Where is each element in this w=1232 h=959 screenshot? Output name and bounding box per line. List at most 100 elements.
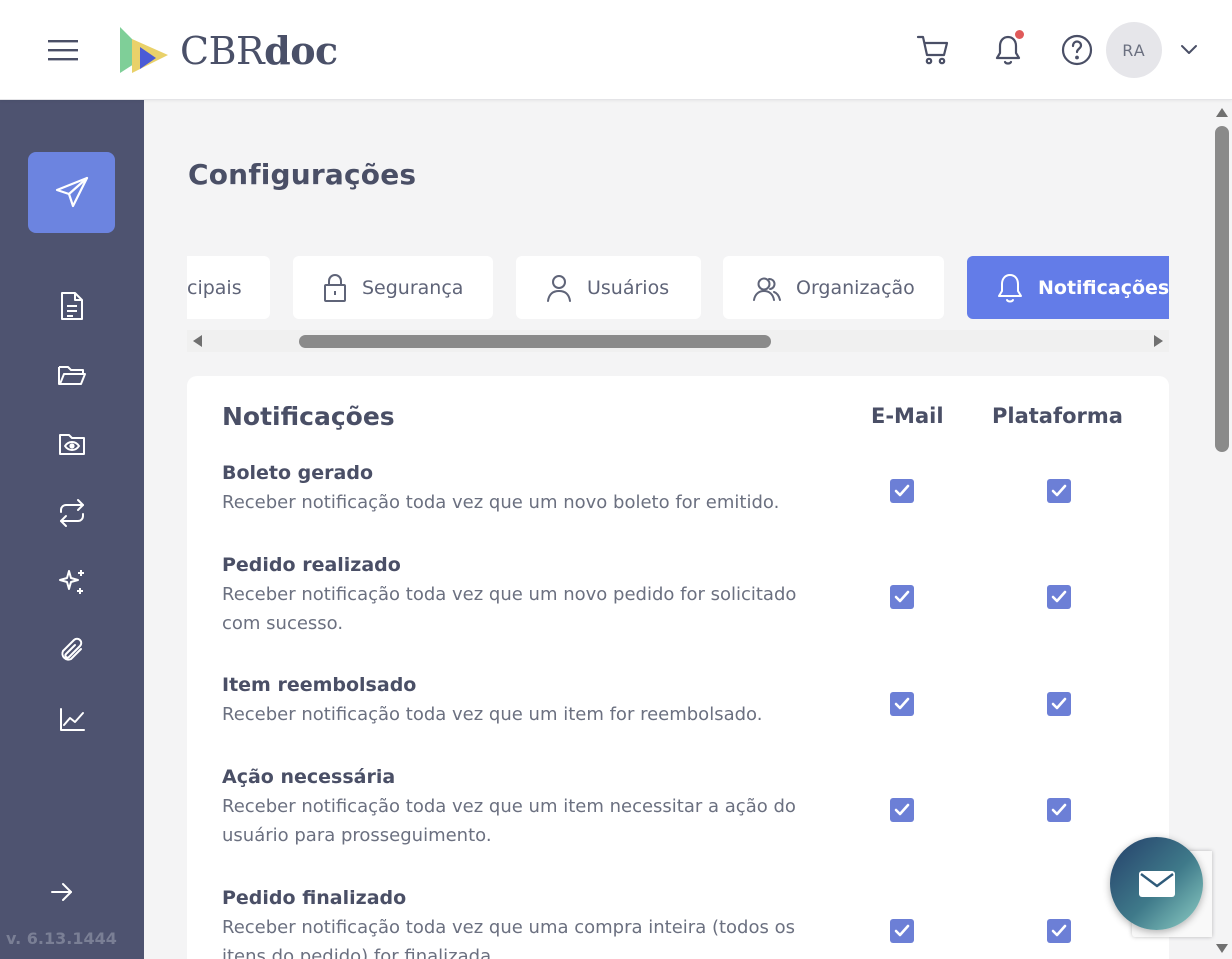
notification-dot xyxy=(1015,30,1024,39)
check-icon xyxy=(1051,590,1067,603)
column-header-platform: Plataforma xyxy=(992,404,1123,428)
row-description: Receber notificação toda vez que uma com… xyxy=(222,917,795,959)
tab-principais[interactable]: cipais xyxy=(187,256,270,319)
sidebar-item-documents[interactable] xyxy=(50,284,94,328)
row-description: Receber notificação toda vez que um item… xyxy=(222,704,763,725)
lock-icon xyxy=(322,273,348,303)
scroll-up-icon[interactable] xyxy=(1216,108,1228,117)
app-logo[interactable]: CBRdoc xyxy=(118,24,338,76)
folder-eye-icon xyxy=(59,434,85,455)
page-scrollbar[interactable] xyxy=(1212,100,1232,959)
app-version: v. 6.13.1444 xyxy=(6,929,117,948)
sidebar-item-reports[interactable] xyxy=(50,698,94,742)
tab-label: Usuários xyxy=(587,276,670,299)
tab-usuarios[interactable]: Usuários xyxy=(516,256,701,319)
sidebar-item-send[interactable] xyxy=(28,152,115,233)
folder-open-icon xyxy=(58,366,86,385)
notification-row: Ação necessária Receber notificação toda… xyxy=(222,764,1132,850)
check-icon xyxy=(894,590,910,603)
row-description: Receber notificação toda vez que um item… xyxy=(222,796,796,846)
checkbox-platform-pedido-finalizado[interactable] xyxy=(1047,919,1071,943)
checkbox-platform-pedido-realizado[interactable] xyxy=(1047,585,1071,609)
checkbox-platform-item-reembolsado[interactable] xyxy=(1047,692,1071,716)
row-title: Item reembolsado xyxy=(222,674,417,696)
menu-button[interactable] xyxy=(44,32,82,68)
sidebar: v. 6.13.1444 xyxy=(0,100,144,959)
row-title: Boleto gerado xyxy=(222,462,374,484)
checkbox-platform-boleto[interactable] xyxy=(1047,479,1071,503)
settings-tabs: cipais Segurança Usuários Organização No… xyxy=(187,255,1169,321)
check-icon xyxy=(894,803,910,816)
chart-line-icon xyxy=(60,708,85,731)
tab-notificacoes[interactable]: Notificações xyxy=(967,256,1169,319)
check-icon xyxy=(1051,697,1067,710)
main-content: Configurações cipais Segurança Usuários … xyxy=(144,100,1212,959)
cart-button[interactable] xyxy=(913,30,953,70)
mail-icon xyxy=(1138,870,1175,897)
sparkles-icon xyxy=(59,570,84,594)
user-avatar[interactable]: RA xyxy=(1106,22,1162,78)
tab-seguranca[interactable]: Segurança xyxy=(293,256,493,319)
scroll-down-icon[interactable] xyxy=(1216,944,1228,953)
notification-row: Pedido realizado Receber notificação tod… xyxy=(222,552,1132,638)
sidebar-item-attachments[interactable] xyxy=(50,629,94,673)
scroll-thumb[interactable] xyxy=(1215,126,1229,452)
user-menu-toggle[interactable] xyxy=(1176,38,1202,62)
help-button[interactable] xyxy=(1057,30,1097,70)
notifications-card: Notificações E-Mail Plataforma Boleto ge… xyxy=(187,376,1169,959)
checkbox-email-pedido-finalizado[interactable] xyxy=(890,919,914,943)
row-title: Pedido finalizado xyxy=(222,887,407,909)
logo-text: CBRdoc xyxy=(180,27,338,73)
checkbox-email-boleto[interactable] xyxy=(890,479,914,503)
arrow-right-icon xyxy=(51,883,72,901)
tabs-scrollbar[interactable] xyxy=(187,330,1169,352)
logo-mark-icon xyxy=(120,27,168,73)
users-icon xyxy=(752,273,782,303)
checkbox-platform-acao-necessaria[interactable] xyxy=(1047,798,1071,822)
check-icon xyxy=(1051,924,1067,937)
chevron-down-icon xyxy=(1181,45,1197,54)
checkbox-email-acao-necessaria[interactable] xyxy=(890,798,914,822)
row-description: Receber notificação toda vez que um novo… xyxy=(222,492,780,513)
check-icon xyxy=(1051,803,1067,816)
sidebar-item-ai[interactable] xyxy=(50,560,94,604)
row-description: Receber notificação toda vez que um novo… xyxy=(222,584,797,634)
check-icon xyxy=(1051,484,1067,497)
row-title: Ação necessária xyxy=(222,766,396,788)
help-icon xyxy=(1061,34,1093,66)
column-header-email: E-Mail xyxy=(871,404,944,428)
contact-chat-button[interactable] xyxy=(1110,837,1203,930)
tab-label: Segurança xyxy=(362,276,464,299)
user-icon xyxy=(545,273,573,303)
sidebar-item-folders[interactable] xyxy=(50,353,94,397)
tab-label: Organização xyxy=(796,276,915,299)
scroll-thumb[interactable] xyxy=(299,335,771,348)
checkbox-email-pedido-realizado[interactable] xyxy=(890,585,914,609)
checkbox-email-item-reembolsado[interactable] xyxy=(890,692,914,716)
page-title: Configurações xyxy=(188,158,417,191)
notification-row: Item reembolsado Receber notificação tod… xyxy=(222,672,1132,729)
sidebar-item-watched-folders[interactable] xyxy=(50,422,94,466)
repeat-icon xyxy=(60,499,84,527)
notifications-button[interactable] xyxy=(988,30,1028,70)
scroll-left-icon[interactable] xyxy=(193,335,202,347)
check-icon xyxy=(894,484,910,497)
notification-row: Pedido finalizado Receber notificação to… xyxy=(222,885,1132,959)
sidebar-expand-button[interactable] xyxy=(40,870,84,914)
section-title: Notificações xyxy=(222,402,395,431)
check-icon xyxy=(894,924,910,937)
tab-label: cipais xyxy=(187,276,242,299)
notification-row: Boleto gerado Receber notificação toda v… xyxy=(222,460,1132,517)
paperclip-icon xyxy=(61,637,83,661)
send-icon xyxy=(55,176,88,207)
top-header: CBRdoc RA xyxy=(0,0,1232,100)
sidebar-item-transfers[interactable] xyxy=(50,491,94,535)
menu-icon xyxy=(48,40,78,61)
scroll-right-icon[interactable] xyxy=(1154,335,1163,347)
row-title: Pedido realizado xyxy=(222,554,401,576)
bell-icon xyxy=(996,272,1024,304)
document-icon xyxy=(61,292,83,320)
check-icon xyxy=(894,697,910,710)
tab-organizacao[interactable]: Organização xyxy=(723,256,944,319)
cart-icon xyxy=(916,35,949,65)
